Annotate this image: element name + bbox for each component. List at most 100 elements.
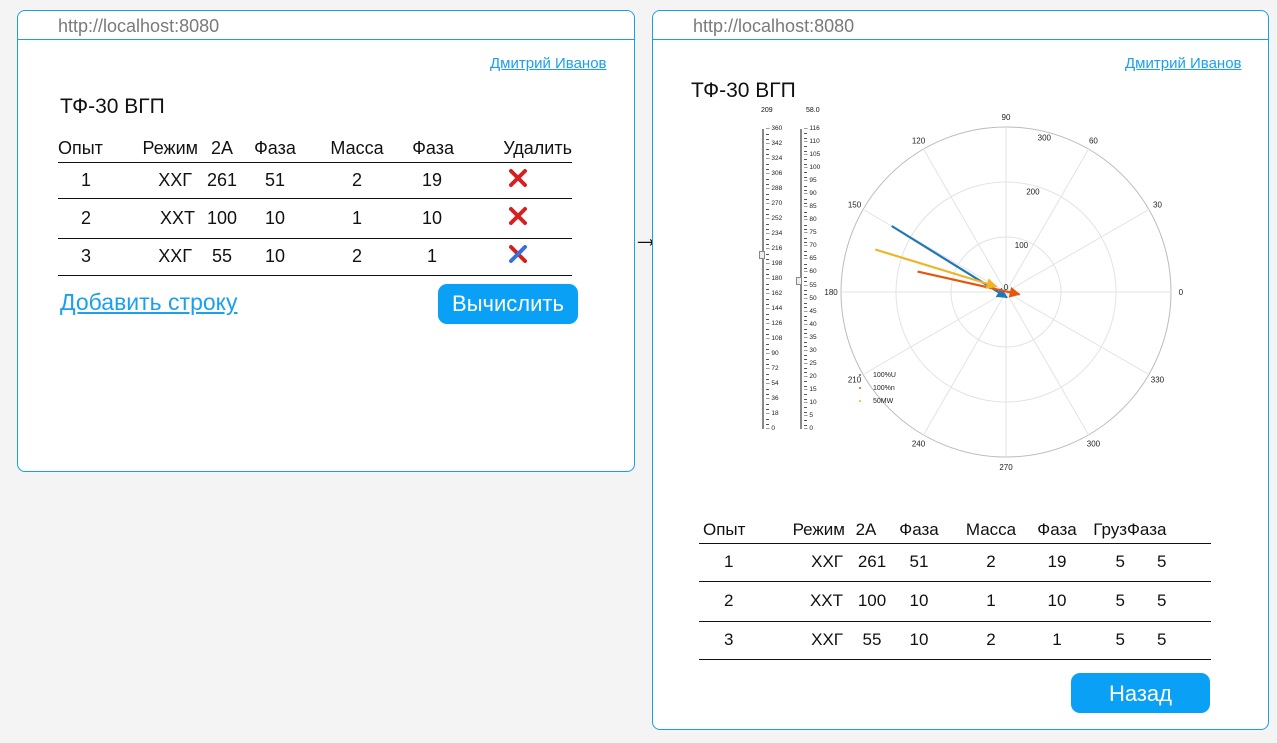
user-link[interactable]: Дмитрий Иванов bbox=[1125, 55, 1242, 72]
polar-angle-label: 300 bbox=[1087, 439, 1101, 448]
polar-vector-chart: 9060300330300270240210180150120100200300… bbox=[824, 113, 1183, 472]
tick-label: 110 bbox=[809, 138, 820, 146]
cell: 1 bbox=[699, 543, 769, 582]
cell: 2 bbox=[699, 581, 769, 622]
cell: 100 bbox=[198, 198, 246, 239]
cell: 1 bbox=[58, 162, 124, 199]
polar-grid-spoke bbox=[923, 291, 1007, 436]
cell: 10 bbox=[887, 581, 951, 622]
delete-x-icon[interactable] bbox=[509, 206, 527, 225]
slider-tick: – 20 bbox=[804, 373, 817, 381]
tick-label: 95 bbox=[809, 177, 817, 185]
slider-tick: – 216 bbox=[766, 245, 782, 253]
polar-angle-label: 210 bbox=[848, 375, 862, 384]
slider-tick: – 55 bbox=[804, 282, 817, 290]
user-link[interactable]: Дмитрий Иванов bbox=[490, 55, 607, 72]
url-text: http://localhost:8080 bbox=[58, 16, 220, 36]
tick-label: 30 bbox=[809, 346, 817, 354]
slider-minor-tick bbox=[804, 211, 807, 213]
slider-tick: – 288 bbox=[766, 185, 782, 193]
polar-grid-spoke bbox=[862, 291, 1007, 375]
slider-track bbox=[762, 129, 764, 429]
slider-minor-tick bbox=[766, 359, 769, 360]
polar-angle-label: 270 bbox=[999, 463, 1013, 472]
tick-label: 252 bbox=[771, 215, 783, 222]
cell: 51 bbox=[246, 162, 304, 199]
slider-handle[interactable] bbox=[796, 277, 802, 285]
tick-label: 180 bbox=[771, 275, 783, 282]
polar-angle-label: 120 bbox=[912, 137, 926, 146]
slider-tick: – 85 bbox=[804, 203, 817, 211]
slider-minor-tick bbox=[804, 276, 807, 278]
tick-label: 0 bbox=[809, 425, 814, 432]
tick-label: 234 bbox=[771, 230, 783, 237]
address-bar[interactable]: http://localhost:8080 bbox=[653, 11, 1268, 40]
cell: 5 bbox=[1127, 581, 1211, 622]
cell: ХХТ bbox=[769, 581, 845, 622]
legend-label: 100%n bbox=[873, 385, 895, 392]
slider-minor-tick bbox=[804, 394, 807, 396]
slider-tick: – 25 bbox=[804, 360, 817, 368]
slider-tick: – 72 bbox=[766, 365, 779, 373]
vector-arrow-50MW bbox=[874, 248, 998, 289]
polar-angle-label: 30 bbox=[1153, 201, 1162, 210]
polar-angle-label: 60 bbox=[1089, 137, 1098, 146]
slider-tick: – 45 bbox=[804, 308, 817, 316]
cell: 3 bbox=[699, 621, 769, 660]
header-cell: Режим bbox=[769, 518, 845, 544]
slider-value-label: 209 bbox=[761, 107, 773, 114]
slider-minor-tick bbox=[804, 250, 807, 252]
slider-minor-tick bbox=[766, 149, 769, 150]
slider-tick: – 18 bbox=[766, 410, 779, 418]
tick-label: 90 bbox=[809, 190, 817, 198]
polar-angle-label: 90 bbox=[1002, 113, 1011, 122]
cell: 261 bbox=[198, 162, 246, 199]
tick-label: 55 bbox=[809, 281, 817, 289]
header-cell: Фаза bbox=[1127, 518, 1211, 544]
slider-tick: – 10 bbox=[804, 399, 817, 407]
address-bar[interactable]: http://localhost:8080 bbox=[18, 11, 634, 40]
tick-label: 70 bbox=[809, 242, 817, 250]
slider-minor-tick bbox=[804, 172, 807, 174]
slider-minor-tick bbox=[804, 146, 807, 148]
table-row: 3 ХХГ 55 10 2 1 5 5 bbox=[699, 621, 1211, 660]
cell: 10 bbox=[246, 198, 304, 239]
page-title: ТФ-30 ВГП bbox=[60, 95, 165, 118]
table-row: 1 ХХГ 261 51 2 19 bbox=[58, 162, 572, 199]
slider-minor-tick bbox=[766, 254, 769, 255]
tick-label: 306 bbox=[771, 170, 783, 177]
tick-label: 5 bbox=[809, 411, 814, 419]
delete-x-icon[interactable] bbox=[509, 168, 527, 187]
slider-minor-tick bbox=[804, 407, 807, 409]
slider-tick: – 54 bbox=[766, 380, 779, 388]
slider-minor-tick bbox=[766, 299, 769, 300]
slider-minor-tick bbox=[804, 355, 807, 357]
delete-x-icon-hovered[interactable] bbox=[509, 245, 527, 263]
cell: 2 bbox=[304, 162, 410, 199]
polar-radial-label: 100 bbox=[1015, 241, 1029, 250]
polar-angle-label: 240 bbox=[912, 439, 926, 448]
polar-radial-label: 300 bbox=[1038, 134, 1052, 143]
slider-tick: – 252 bbox=[766, 215, 782, 223]
slider-tick: – 116 bbox=[804, 125, 820, 133]
cell: 5 bbox=[1083, 621, 1127, 660]
polar-grid-spoke bbox=[862, 209, 1007, 293]
back-button[interactable]: Назад bbox=[1071, 673, 1210, 713]
slider-minor-tick bbox=[804, 263, 807, 265]
cell: 2 bbox=[304, 238, 410, 276]
tick-label: 72 bbox=[771, 365, 779, 372]
legend-dot bbox=[859, 400, 861, 402]
slider-tick: – 306 bbox=[766, 170, 782, 178]
experiments-table: Опыт Режим 2А Фаза Масса Фаза Удалить 1 … bbox=[58, 136, 572, 276]
slider-minor-tick bbox=[766, 284, 769, 285]
tick-label: 126 bbox=[771, 320, 783, 327]
delete-cell bbox=[454, 238, 572, 276]
slider-minor-tick bbox=[766, 419, 769, 420]
tick-label: 162 bbox=[771, 290, 783, 297]
slider-minor-tick bbox=[766, 209, 769, 210]
slider-handle[interactable] bbox=[759, 251, 765, 259]
compute-button[interactable]: Вычислить bbox=[438, 284, 578, 324]
add-row-link[interactable]: Добавить строку bbox=[60, 289, 237, 316]
slider-minor-tick bbox=[766, 389, 769, 390]
cell: 100 bbox=[845, 581, 887, 622]
